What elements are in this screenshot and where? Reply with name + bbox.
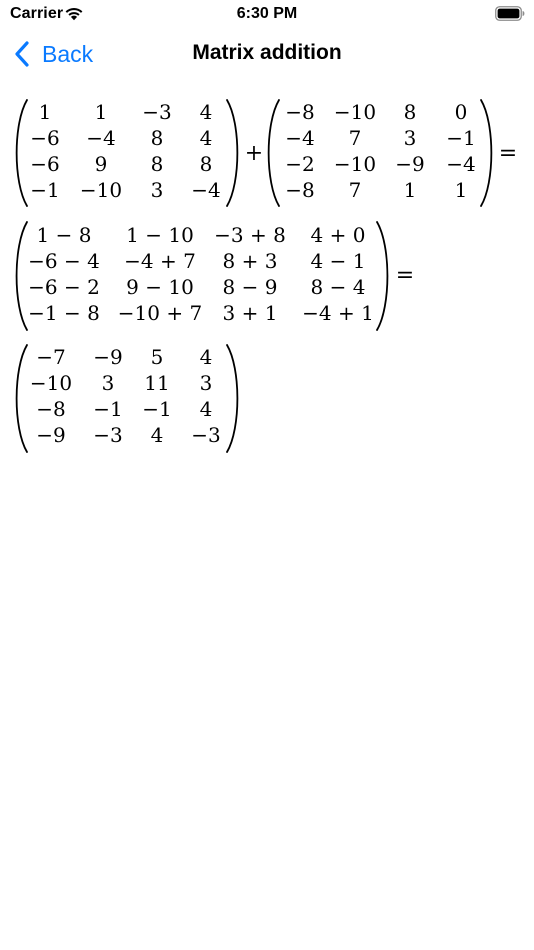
matrix_result-cell: 5 xyxy=(151,345,164,369)
matrix_a-cell: −3 xyxy=(142,100,171,124)
matrix_result-cell: −3 xyxy=(93,423,122,447)
matrix_result-right-paren xyxy=(226,344,239,453)
matrix_steps-cell: 8 − 9 xyxy=(223,275,278,299)
matrix_steps-cell: −6 − 2 xyxy=(28,275,100,299)
matrix_steps-cell: 1 − 10 xyxy=(126,223,194,247)
matrix_b-cell: −4 xyxy=(446,152,475,176)
matrix_a-cell: −4 xyxy=(191,178,220,202)
matrix_result-cell: −1 xyxy=(142,397,171,421)
matrix_result-left-paren xyxy=(15,344,28,453)
matrix_b-right-paren xyxy=(480,99,493,207)
matrix_steps-cell: −1 − 8 xyxy=(28,301,100,325)
matrix_b-cell: 1 xyxy=(404,178,417,202)
matrix_b-cell: −4 xyxy=(285,126,314,150)
matrix_steps-cell: −3 + 8 xyxy=(214,223,286,247)
matrix_result-cell: −8 xyxy=(36,397,65,421)
matrix_steps-cell: −10 + 7 xyxy=(118,301,202,325)
matrix_result-cell: −9 xyxy=(93,345,122,369)
matrix_steps-cell: 3 + 1 xyxy=(223,301,278,325)
matrix_b-cell: 7 xyxy=(349,126,362,150)
matrix_b-cell: −1 xyxy=(446,126,475,150)
matrix_b-cell: −9 xyxy=(395,152,424,176)
matrix_steps-cell: 8 + 3 xyxy=(223,249,278,273)
matrix_b-cell: −8 xyxy=(285,178,314,202)
matrix_a-cell: −4 xyxy=(86,126,115,150)
matrix_a-cell: 4 xyxy=(200,126,213,150)
matrix_a-cell: −1 xyxy=(30,178,59,202)
matrix_a-cell: −10 xyxy=(80,178,122,202)
matrix_b-cell: 0 xyxy=(455,100,468,124)
matrix_a-cell: 1 xyxy=(39,100,52,124)
matrix_a-cell: 4 xyxy=(200,100,213,124)
matrix_a-cell: −6 xyxy=(30,152,59,176)
matrix_b-cell: 8 xyxy=(404,100,417,124)
matrix_result-cell: 3 xyxy=(102,371,115,395)
matrix_b-cell: 3 xyxy=(404,126,417,150)
matrix_steps-cell: 4 + 0 xyxy=(311,223,366,247)
matrix_steps-cell: −4 + 1 xyxy=(302,301,374,325)
matrix_a-right-paren xyxy=(226,99,239,207)
matrix_b-cell: 1 xyxy=(455,178,468,202)
matrix_steps-left-paren xyxy=(15,221,28,331)
matrix_result-cell: 11 xyxy=(144,371,169,395)
matrix_result-cell: −3 xyxy=(191,423,220,447)
matrix_result-cell: 3 xyxy=(200,371,213,395)
matrix_steps-cell: −6 − 4 xyxy=(28,249,100,273)
matrix_result-cell: 4 xyxy=(200,345,213,369)
matrix_result-cell: −9 xyxy=(36,423,65,447)
matrix_b-cell: −8 xyxy=(285,100,314,124)
equals-sign-1: = xyxy=(499,141,517,166)
matrix_a-cell: 8 xyxy=(200,152,213,176)
matrix_result-cell: −10 xyxy=(30,371,72,395)
plus-sign: + xyxy=(245,141,263,166)
matrix-addition-equation: 1 1 −3 4−6 −4 8 4−6 9 8 8−1 −10 3 −4+−8 −10 8 0−4 7 3 −1−2… xyxy=(15,99,517,453)
matrix_result-cell: 4 xyxy=(151,423,164,447)
matrix_b-cell: −10 xyxy=(334,152,376,176)
equals-sign-2: = xyxy=(396,263,414,288)
matrix_steps-cell: 8 − 4 xyxy=(311,275,366,299)
matrix_b-cell: −2 xyxy=(285,152,314,176)
matrix_a-cell: 8 xyxy=(151,152,164,176)
matrix_a-cell: 1 xyxy=(95,100,108,124)
matrix_result-cell: −7 xyxy=(36,345,65,369)
matrix_b-left-paren xyxy=(267,99,280,207)
matrix_result-cell: 4 xyxy=(200,397,213,421)
matrix_steps-cell: 9 − 10 xyxy=(126,275,194,299)
matrix_b-cell: 7 xyxy=(349,178,362,202)
matrix_a-left-paren xyxy=(15,99,28,207)
matrix_steps-cell: 1 − 8 xyxy=(37,223,92,247)
matrix_steps-cell: 4 − 1 xyxy=(311,249,366,273)
matrix_a-cell: 3 xyxy=(151,178,164,202)
matrix_steps-cell: −4 + 7 xyxy=(124,249,196,273)
matrix_a-cell: 9 xyxy=(95,152,108,176)
matrix_result-cell: −1 xyxy=(93,397,122,421)
matrix_a-cell: −6 xyxy=(30,126,59,150)
matrix_steps-right-paren xyxy=(376,221,389,331)
matrix_b-cell: −10 xyxy=(334,100,376,124)
matrix_a-cell: 8 xyxy=(151,126,164,150)
